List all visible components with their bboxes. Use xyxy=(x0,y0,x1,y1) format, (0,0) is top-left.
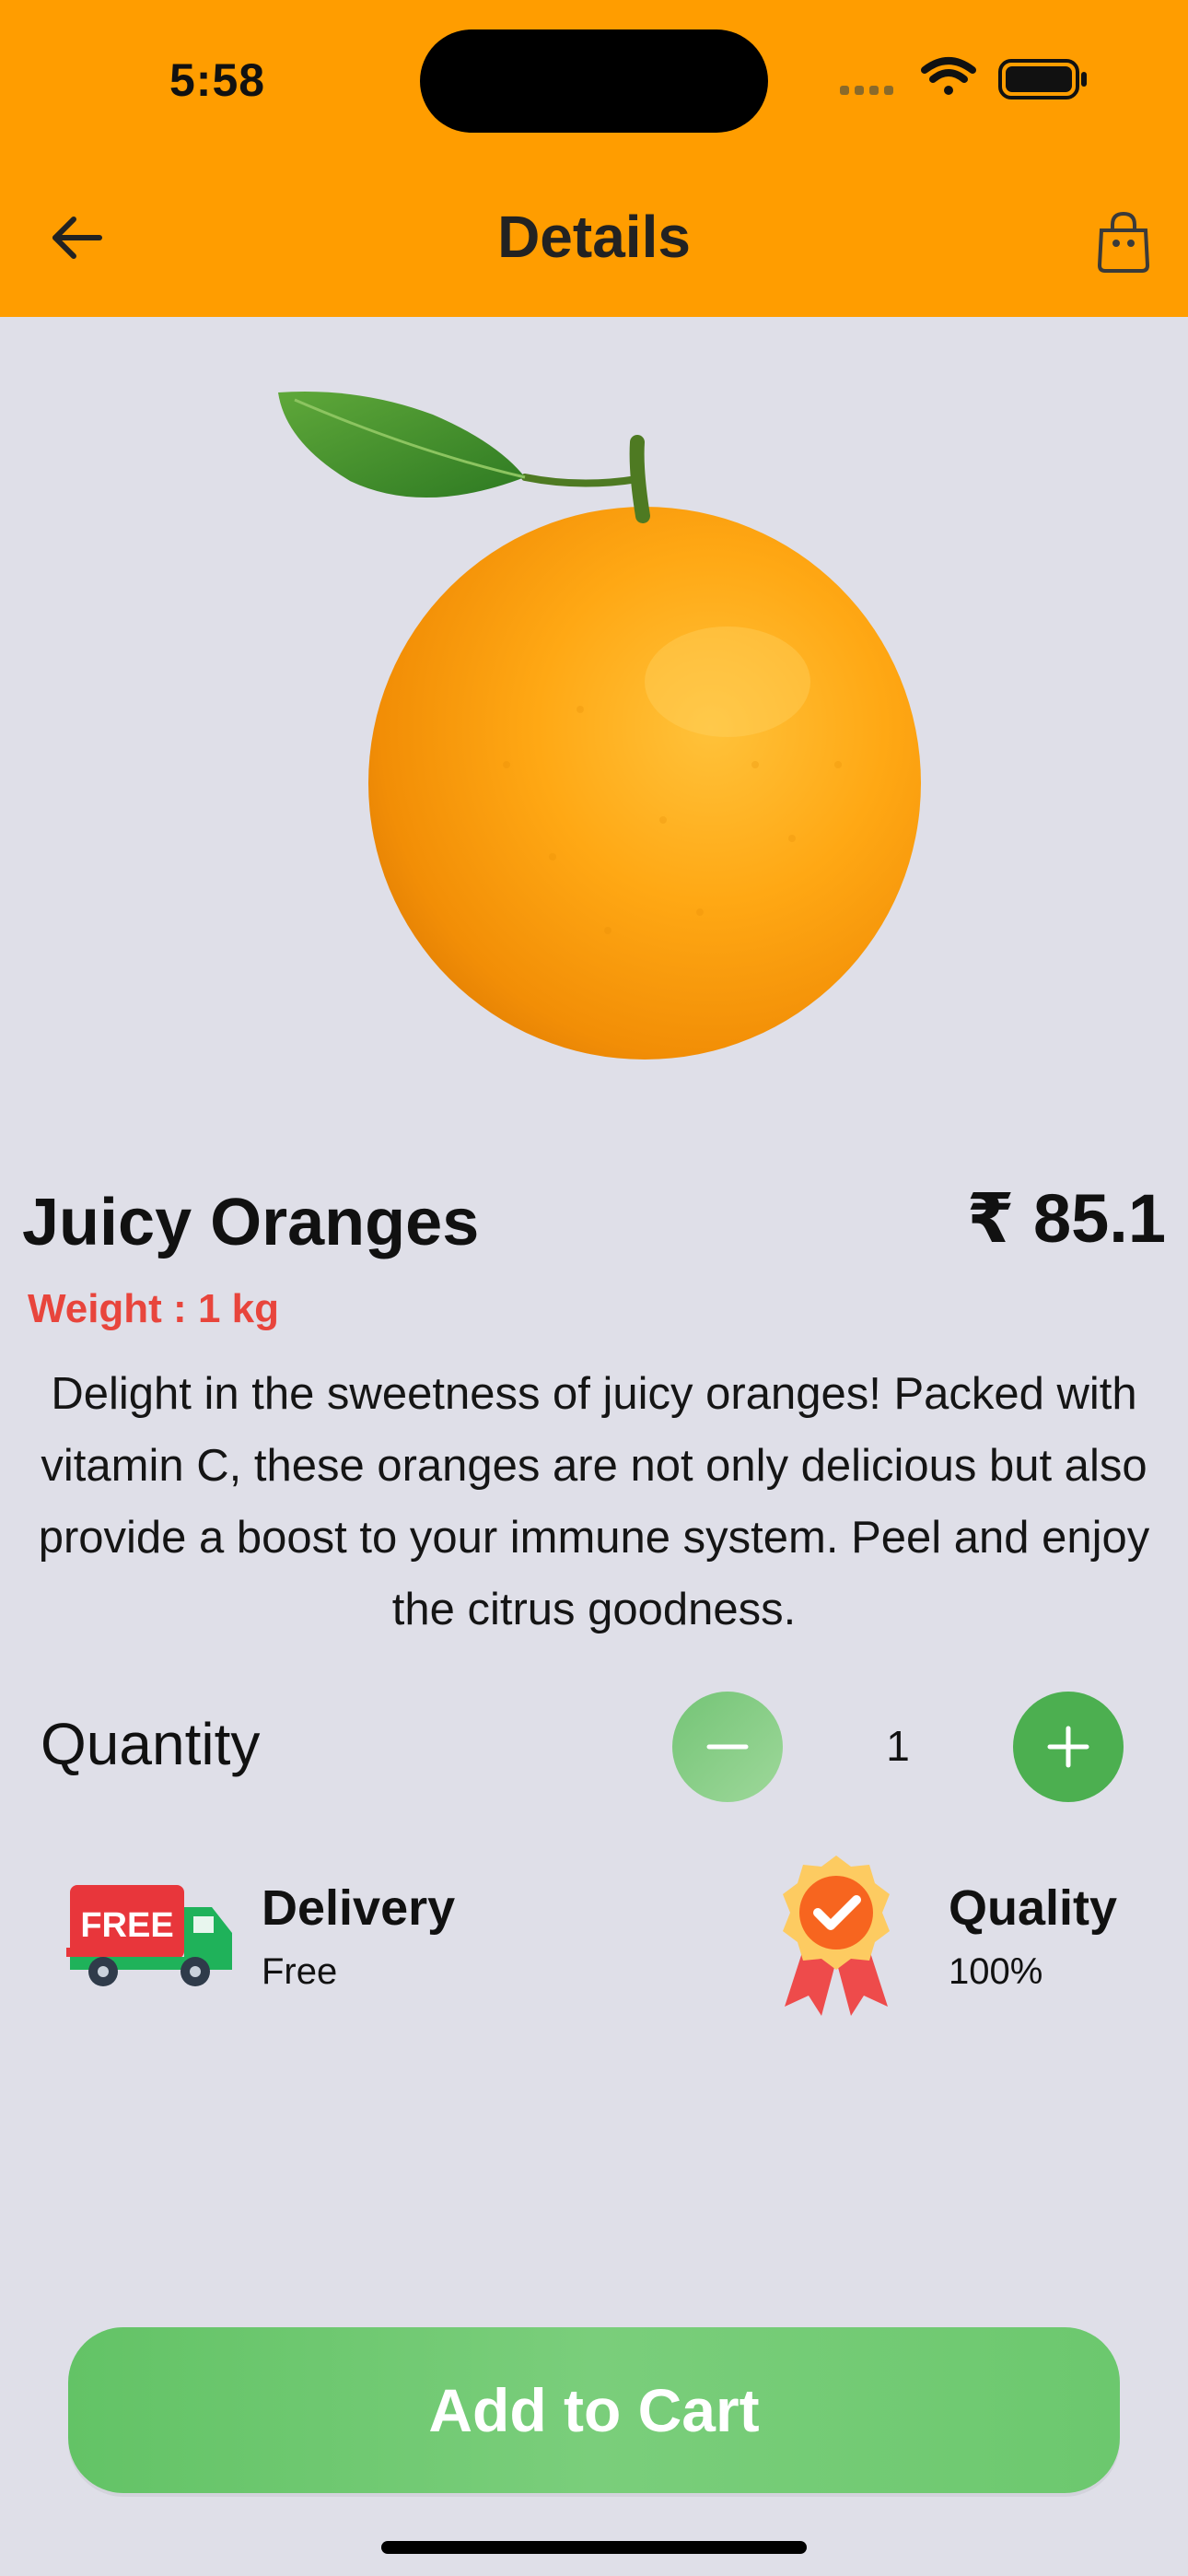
home-indicator[interactable] xyxy=(381,2541,807,2554)
minus-icon xyxy=(706,1744,749,1750)
quality-subtitle: 100% xyxy=(949,1951,1043,1992)
free-badge-text: FREE xyxy=(80,1906,173,1945)
cellular-signal-icon xyxy=(840,86,893,95)
quantity-value: 1 xyxy=(886,1722,910,1770)
product-price: ₹ 85.1 xyxy=(966,1180,1166,1257)
battery-icon xyxy=(998,59,1087,100)
quality-medal-icon xyxy=(783,1856,890,2016)
delivery-title: Delivery xyxy=(262,1880,456,1936)
status-icons xyxy=(840,57,1087,100)
orange-image xyxy=(278,392,921,1060)
dynamic-island xyxy=(420,29,768,133)
product-description: Delight in the sweetness of juicy orange… xyxy=(38,1369,1150,1634)
quantity-label: Quantity xyxy=(41,1711,261,1777)
status-time: 5:58 xyxy=(169,54,266,106)
decrement-button[interactable] xyxy=(672,1692,783,1802)
page-title: Details xyxy=(497,204,691,270)
product-name: Juicy Oranges xyxy=(22,1186,480,1259)
add-to-cart-label: Add to Cart xyxy=(428,2376,760,2444)
product-weight: Weight : 1 kg xyxy=(28,1286,279,1331)
delivery-subtitle: Free xyxy=(262,1951,338,1992)
plus-icon xyxy=(1047,1726,1089,1768)
shopping-bag-icon xyxy=(1097,211,1150,273)
product-details-screen: 5:58 Details Juicy Oranges ₹ 85.1 Weight… xyxy=(0,0,1188,2576)
free-delivery-truck-icon: FREE xyxy=(66,1885,232,1986)
increment-button[interactable] xyxy=(1013,1692,1124,1802)
cart-bag-button[interactable] xyxy=(1094,210,1153,275)
app-header: 5:58 Details xyxy=(0,0,1188,317)
quality-title: Quality xyxy=(949,1880,1118,1936)
add-to-cart-button[interactable]: Add to Cart xyxy=(68,2327,1120,2493)
wifi-icon xyxy=(921,57,976,95)
